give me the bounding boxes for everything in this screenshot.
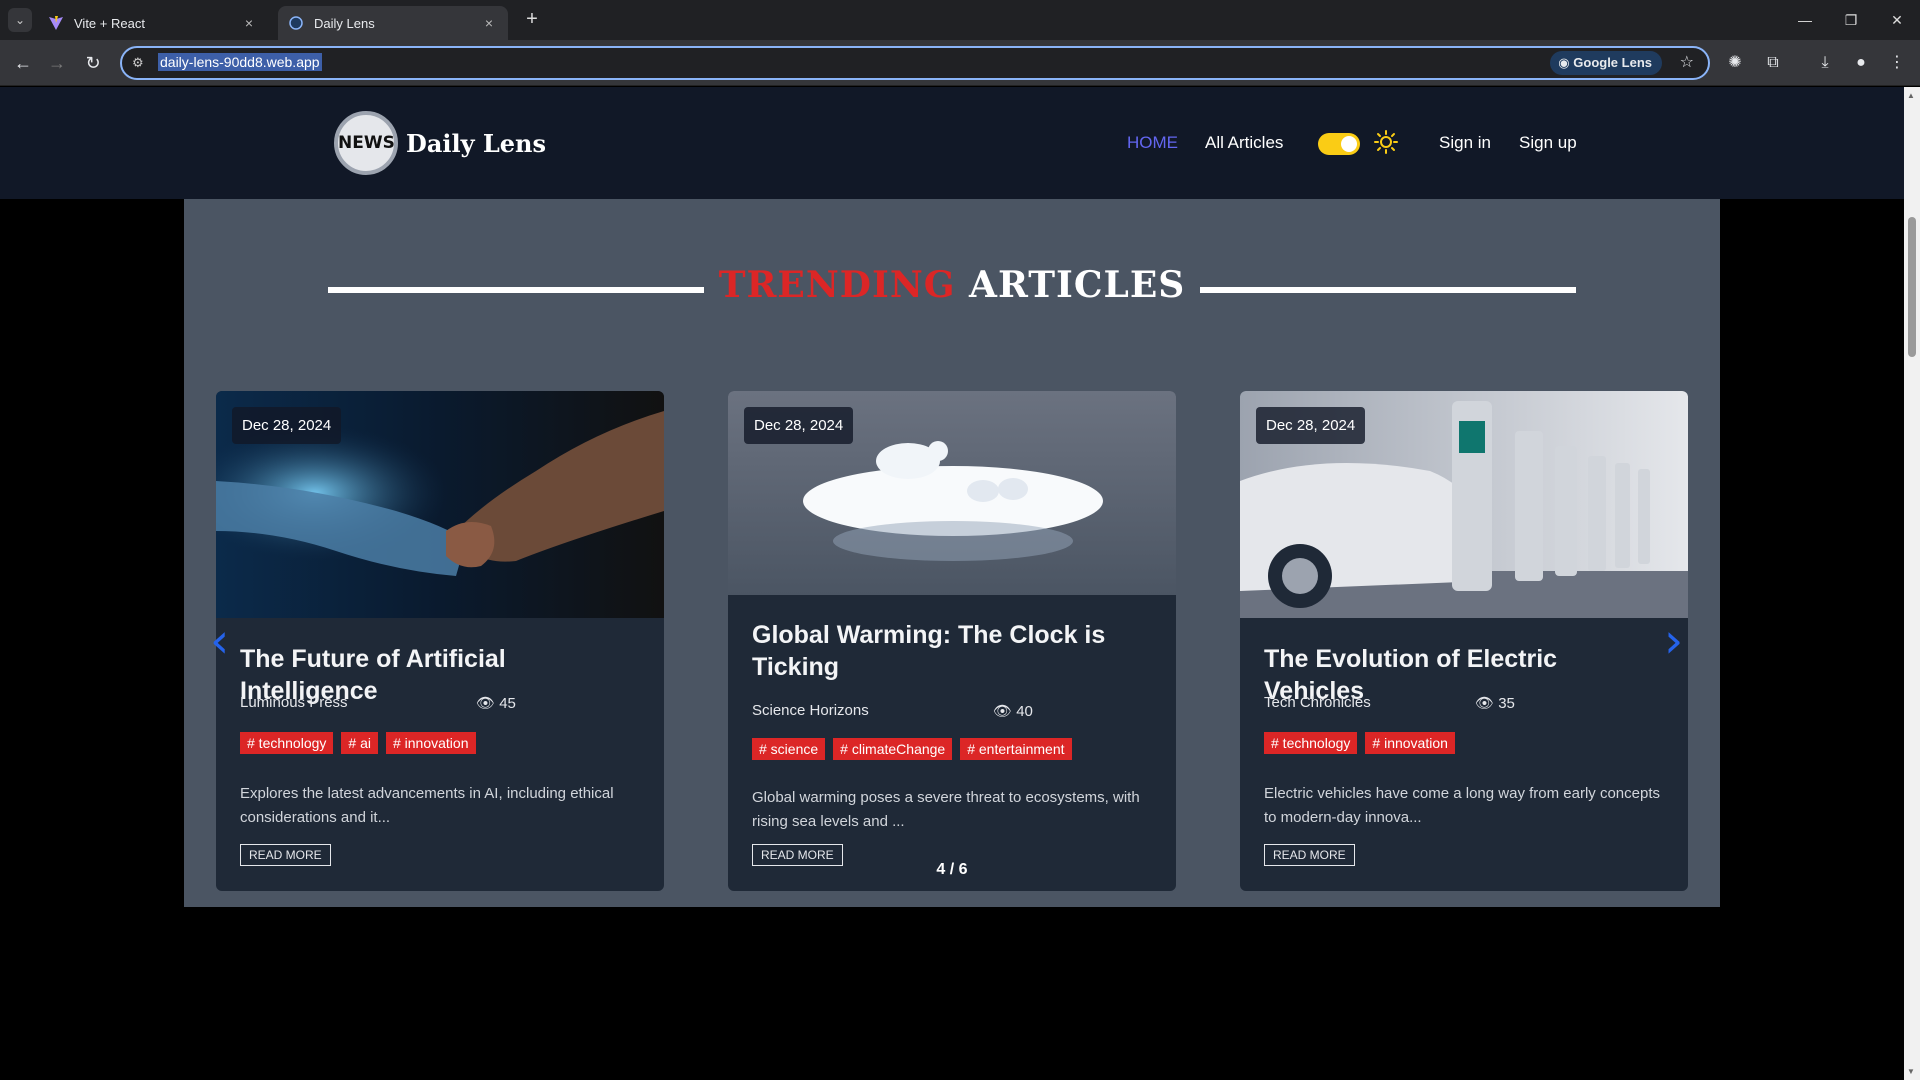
- scroll-up-icon[interactable]: ▲: [1907, 91, 1915, 100]
- tag-list: # technology # innovation: [1264, 732, 1455, 754]
- reload-icon[interactable]: ↻: [78, 48, 108, 78]
- tag[interactable]: # technology: [1264, 732, 1358, 754]
- browser-toolbar: ← → ↻ ⚙ daily-lens-90dd8.web.app ◉ Googl…: [0, 40, 1920, 86]
- profile-icon[interactable]: ●: [1850, 52, 1872, 74]
- logo[interactable]: NEWS: [334, 111, 398, 175]
- tab-close-icon[interactable]: ×: [240, 15, 258, 31]
- address-bar[interactable]: ⚙ daily-lens-90dd8.web.app ◉ Google Lens…: [120, 46, 1710, 80]
- title-highlight: TRENDING: [718, 264, 956, 306]
- tag[interactable]: # ai: [341, 732, 378, 754]
- forward-icon[interactable]: →: [42, 48, 72, 78]
- tab-search-button[interactable]: ⌄: [8, 8, 32, 32]
- download-icon[interactable]: ⤓: [1814, 52, 1836, 74]
- publisher: Luminous Press: [240, 694, 348, 711]
- tag-list: # science # climateChange # entertainmen…: [752, 738, 1072, 760]
- nav-sign-up[interactable]: Sign up: [1519, 133, 1577, 153]
- tag[interactable]: # climateChange: [833, 738, 953, 760]
- globe-favicon-icon: [288, 15, 304, 31]
- date-badge: Dec 28, 2024: [1256, 407, 1366, 444]
- publisher: Tech Chronicles: [1264, 694, 1371, 711]
- tag[interactable]: # innovation: [1365, 732, 1455, 754]
- eye-icon: 👁: [993, 703, 1017, 720]
- eye-icon: 👁: [1475, 695, 1499, 712]
- section-title: TRENDING ARTICLES: [184, 264, 1720, 306]
- scroll-thumb[interactable]: [1908, 217, 1916, 357]
- theme-toggle[interactable]: [1318, 133, 1360, 155]
- tab-daily-lens[interactable]: Daily Lens ×: [278, 6, 508, 40]
- view-count: 👁 35: [1475, 694, 1515, 712]
- article-description: Explores the latest advancements in AI, …: [240, 785, 614, 826]
- toggle-knob: [1341, 136, 1357, 152]
- date-badge: Dec 28, 2024: [232, 407, 342, 444]
- site-info-icon[interactable]: ⚙: [132, 55, 148, 71]
- date-badge: Dec 28, 2024: [744, 407, 854, 444]
- lens-label: Google Lens: [1573, 55, 1652, 70]
- browser-tab-bar: ⌄ Vite + React × Daily Lens × + — ❐ ✕: [0, 0, 1920, 40]
- new-tab-button[interactable]: +: [520, 8, 544, 32]
- tag[interactable]: # innovation: [385, 732, 476, 754]
- google-lens-button[interactable]: ◉ Google Lens: [1550, 51, 1662, 75]
- page-viewport: NEWS Daily Lens HOME All Articles Sign i…: [0, 87, 1904, 1080]
- article-card[interactable]: Dec 28, 2024 The Evolution of Electric V…: [1240, 391, 1688, 891]
- title-rest: ARTICLES: [969, 264, 1186, 306]
- puzzle-icon[interactable]: ⧉: [1762, 52, 1784, 74]
- carousel-next-arrow-icon[interactable]: ›: [1664, 617, 1683, 665]
- nav-home[interactable]: HOME: [1127, 133, 1178, 153]
- article-title[interactable]: Global Warming: The Clock is Ticking: [752, 619, 1152, 683]
- nav-all-articles[interactable]: All Articles: [1205, 133, 1283, 153]
- tag[interactable]: # entertainment: [960, 738, 1072, 760]
- carousel-pager: 4 / 6: [936, 861, 968, 878]
- view-count-value: 35: [1498, 695, 1515, 712]
- tab-close-icon[interactable]: ×: [480, 15, 498, 31]
- tag[interactable]: # science: [752, 738, 826, 760]
- article-description: Global warming poses a severe threat to …: [752, 789, 1140, 830]
- site-header: NEWS Daily Lens HOME All Articles Sign i…: [0, 87, 1904, 199]
- vite-favicon-icon: [48, 15, 64, 31]
- extension-icon[interactable]: ✺: [1724, 52, 1746, 74]
- tab-title: Vite + React: [74, 15, 145, 31]
- carousel-prev-arrow-icon[interactable]: ‹: [210, 617, 229, 665]
- article-card[interactable]: Dec 28, 2024 Global Warming: The Clock i…: [728, 391, 1176, 891]
- publisher: Science Horizons: [752, 702, 869, 719]
- eye-icon: 👁: [476, 695, 500, 712]
- window-close-button[interactable]: ✕: [1874, 0, 1920, 40]
- tag-list: # technology # ai # innovation: [240, 732, 476, 754]
- tab-vite-react[interactable]: Vite + React ×: [38, 6, 268, 40]
- lens-icon: ◉: [1558, 55, 1574, 70]
- minimize-button[interactable]: —: [1782, 0, 1828, 40]
- tag[interactable]: # technology: [240, 732, 334, 754]
- article-description: Electric vehicles have come a long way f…: [1264, 785, 1661, 826]
- article-card[interactable]: Dec 28, 2024 The Future of Artificial In…: [216, 391, 664, 891]
- view-count-value: 45: [499, 695, 516, 712]
- star-icon[interactable]: ☆: [1680, 52, 1694, 72]
- tab-title: Daily Lens: [314, 15, 375, 31]
- back-icon[interactable]: ←: [8, 48, 38, 78]
- url-text[interactable]: daily-lens-90dd8.web.app: [158, 53, 322, 71]
- page-scrollbar[interactable]: ▲ ▼: [1904, 87, 1920, 1080]
- view-count: 👁 40: [993, 702, 1033, 720]
- trending-section: TRENDING ARTICLES Dec 28, 2024 The Futur…: [184, 199, 1720, 907]
- menu-icon[interactable]: ⋮: [1886, 52, 1908, 74]
- restore-button[interactable]: ❐: [1828, 0, 1874, 40]
- sun-icon[interactable]: [1373, 129, 1399, 155]
- site-name[interactable]: Daily Lens: [406, 129, 546, 158]
- view-count-value: 40: [1016, 703, 1033, 720]
- view-count: 👁 45: [476, 694, 516, 712]
- nav-sign-in[interactable]: Sign in: [1439, 133, 1491, 153]
- scroll-down-icon[interactable]: ▼: [1907, 1067, 1915, 1076]
